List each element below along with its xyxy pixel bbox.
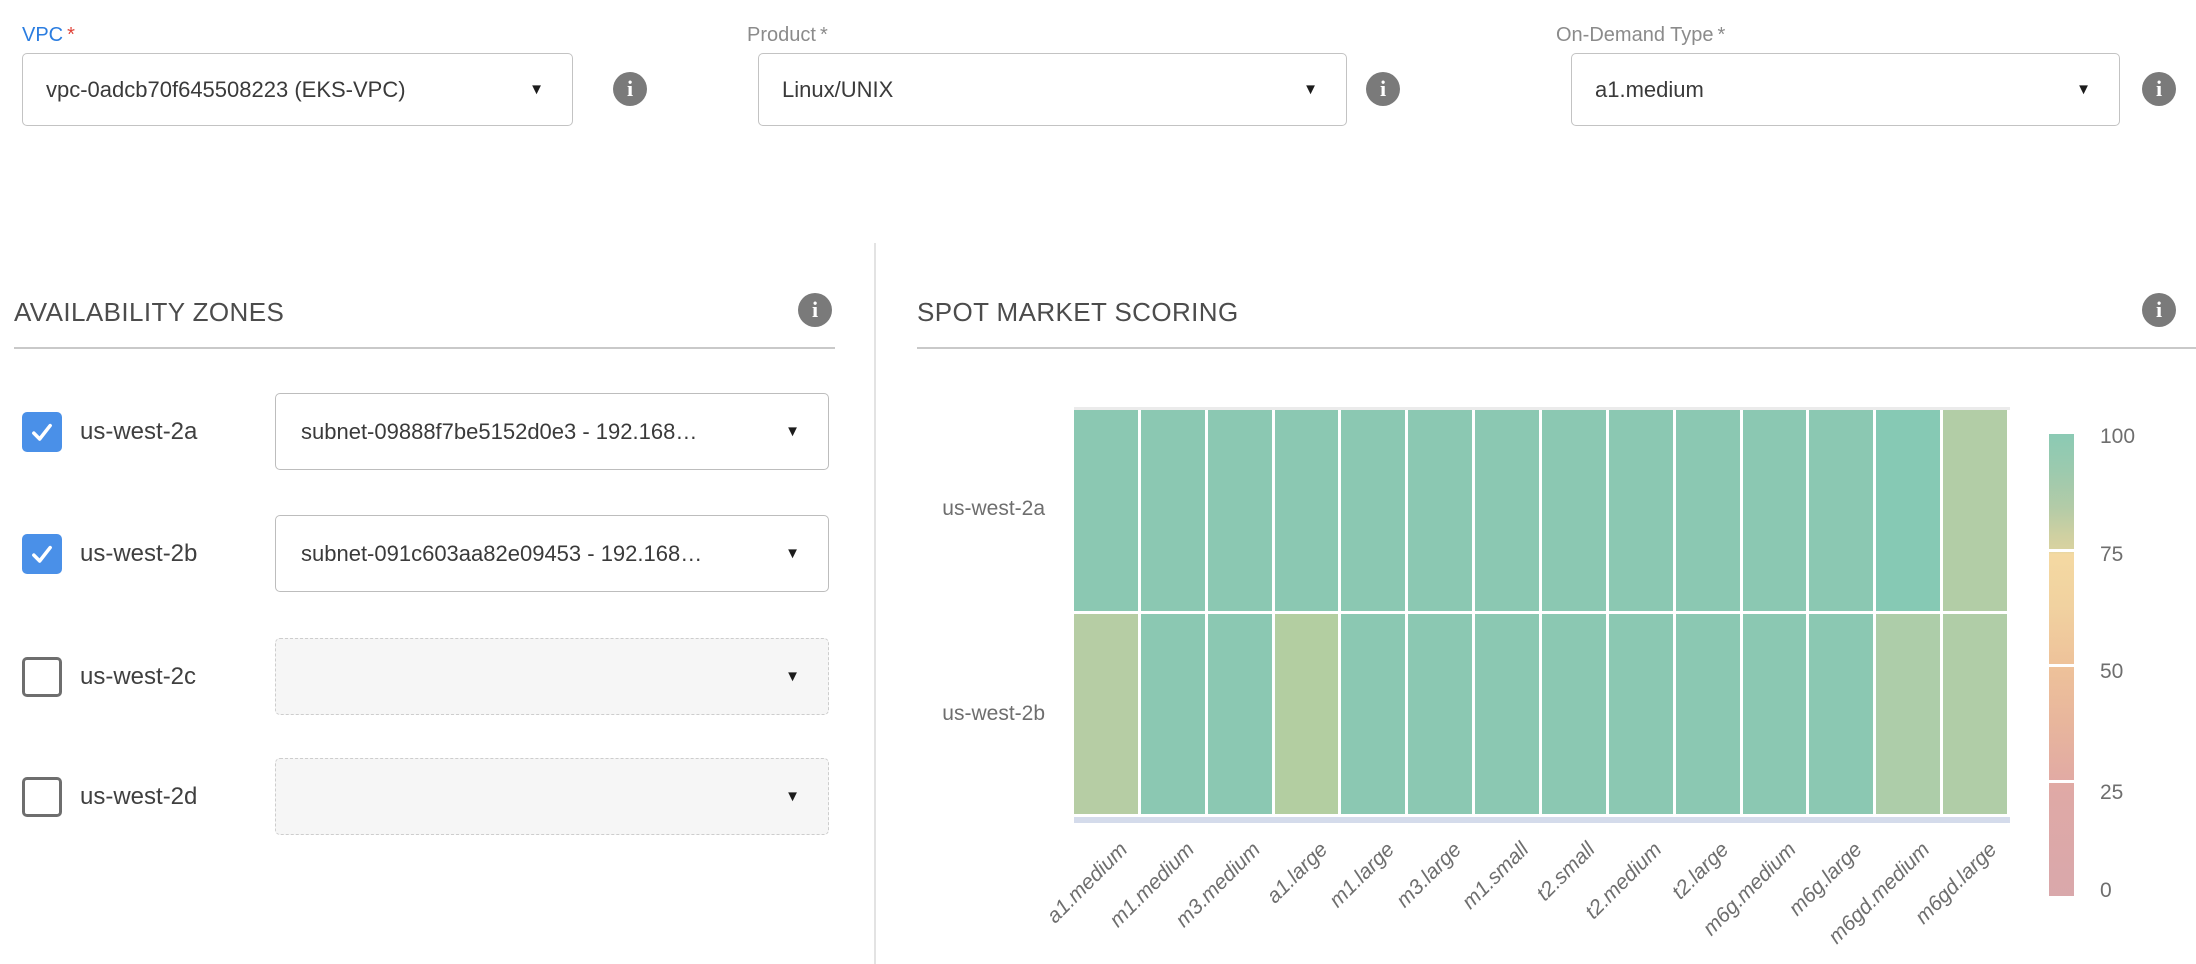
product-label: Product* <box>747 24 828 47</box>
required-asterisk: * <box>820 24 828 46</box>
product-label-text: Product <box>747 24 816 46</box>
colorbar-tick-75: 75 <box>2100 542 2123 568</box>
chevron-down-icon: ▼ <box>773 423 828 440</box>
heatmap-cell-us-west-2a-m3.medium <box>1208 410 1272 611</box>
vpc-label: VPC* <box>22 24 75 47</box>
subnet-select-us-west-2d[interactable]: ▼ <box>275 758 829 835</box>
chevron-down-icon: ▼ <box>773 545 828 562</box>
az-checkbox-us-west-2c[interactable] <box>22 657 62 697</box>
availability-zones-rule <box>14 347 835 349</box>
colorbar-separator <box>2049 549 2074 552</box>
heatmap-cell-us-west-2a-m6g.medium <box>1743 410 1807 611</box>
heatmap-cell-us-west-2a-a1.large <box>1275 410 1339 611</box>
subnet-select-us-west-2b[interactable]: subnet-091c603aa82e09453 - 192.168…▼ <box>275 515 829 592</box>
vpc-select[interactable]: vpc-0adcb70f645508223 (EKS-VPC) ▼ <box>22 53 573 126</box>
az-zone-label: us-west-2d <box>80 783 275 811</box>
checkmark-icon <box>28 418 56 446</box>
heatmap-y-tick-us-west-2a: us-west-2a <box>860 497 1045 521</box>
heatmap-cell-us-west-2b-a1.medium <box>1074 614 1138 815</box>
heatmap-cell-us-west-2b-m6g.large <box>1809 614 1873 815</box>
colorbar-tick-25: 25 <box>2100 780 2123 806</box>
heatmap-cell-us-west-2a-m6gd.large <box>1943 410 2007 611</box>
heatmap-x-tick-a1.large: a1.large <box>1262 838 1333 909</box>
product-select[interactable]: Linux/UNIX ▼ <box>758 53 1347 126</box>
heatmap-cell-us-west-2b-a1.large <box>1275 614 1339 815</box>
heatmap-x-tick-m3.large: m3.large <box>1392 838 1467 913</box>
on-demand-type-select[interactable]: a1.medium ▼ <box>1571 53 2120 126</box>
heatmap-cell-us-west-2b-m1.large <box>1341 614 1405 815</box>
chevron-down-icon: ▼ <box>517 81 572 98</box>
heatmap-cell-us-west-2b-m6g.medium <box>1743 614 1807 815</box>
heatmap-cell-us-west-2b-t2.small <box>1542 614 1606 815</box>
heatmap-cell-us-west-2b-m6gd.large <box>1943 614 2007 815</box>
az-checkbox-us-west-2b[interactable] <box>22 534 62 574</box>
info-icon[interactable]: i <box>2142 293 2176 327</box>
vpc-label-text: VPC <box>22 24 63 46</box>
product-select-value: Linux/UNIX <box>759 77 1291 103</box>
heatmap-x-tick-m1.small: m1.small <box>1457 838 1533 914</box>
az-zone-label: us-west-2c <box>80 663 275 691</box>
az-zone-label: us-west-2b <box>80 540 275 568</box>
subnet-select-value: subnet-09888f7be5152d0e3 - 192.168… <box>276 419 773 445</box>
az-checkbox-us-west-2a[interactable] <box>22 412 62 452</box>
heatmap-cell-us-west-2a-t2.large <box>1676 410 1740 611</box>
az-checkbox-us-west-2d[interactable] <box>22 777 62 817</box>
on-demand-type-label-text: On-Demand Type <box>1556 24 1714 46</box>
heatmap-cell-us-west-2a-m1.large <box>1341 410 1405 611</box>
heatmap-cell-us-west-2a-m3.large <box>1408 410 1472 611</box>
heatmap-cell-us-west-2b-m1.medium <box>1141 614 1205 815</box>
subnet-select-us-west-2c[interactable]: ▼ <box>275 638 829 715</box>
availability-zones-title: AVAILABILITY ZONES <box>14 297 284 328</box>
heatmap-cell-us-west-2b-t2.large <box>1676 614 1740 815</box>
heatmap-cell-us-west-2a-a1.medium <box>1074 410 1138 611</box>
colorbar-tick-100: 100 <box>2100 424 2135 450</box>
heatmap-x-tick-m1.large: m1.large <box>1325 838 1400 913</box>
az-row-us-west-2c: us-west-2c ▼ <box>22 638 829 715</box>
subnet-select-value: subnet-091c603aa82e09453 - 192.168… <box>276 541 773 567</box>
info-icon[interactable]: i <box>2142 72 2176 106</box>
heatmap-y-tick-us-west-2b: us-west-2b <box>860 702 1045 726</box>
az-row-us-west-2b: us-west-2bsubnet-091c603aa82e09453 - 192… <box>22 515 829 592</box>
spot-market-scoring-title: SPOT MARKET SCORING <box>917 297 1239 328</box>
checkmark-icon <box>28 540 56 568</box>
heatmap-top-border <box>1074 407 2010 410</box>
heatmap-cell-us-west-2b-m1.small <box>1475 614 1539 815</box>
heatmap-cell-us-west-2a-m6g.large <box>1809 410 1873 611</box>
chevron-down-icon: ▼ <box>773 668 828 685</box>
colorbar-separator <box>2049 664 2074 667</box>
section-divider <box>874 243 876 964</box>
required-asterisk: * <box>67 24 75 46</box>
az-row-us-west-2a: us-west-2asubnet-09888f7be5152d0e3 - 192… <box>22 393 829 470</box>
on-demand-type-label: On-Demand Type* <box>1556 24 1725 47</box>
heatmap-cell-us-west-2b-t2.medium <box>1609 614 1673 815</box>
info-icon[interactable]: i <box>1366 72 1400 106</box>
heatmap-cell-us-west-2b-m6gd.medium <box>1876 614 1940 815</box>
heatmap-cell-us-west-2a-m1.small <box>1475 410 1539 611</box>
heatmap-cell-us-west-2b-m3.large <box>1408 614 1472 815</box>
az-zone-label: us-west-2a <box>80 418 275 446</box>
heatmap-x-tick-t2.large: t2.large <box>1668 838 1735 905</box>
heatmap-cell-us-west-2a-t2.medium <box>1609 410 1673 611</box>
heatmap-cell-us-west-2b-m3.medium <box>1208 614 1272 815</box>
heatmap-cell-us-west-2a-t2.small <box>1542 410 1606 611</box>
required-asterisk: * <box>1718 24 1726 46</box>
colorbar-tick-0: 0 <box>2100 878 2112 904</box>
chevron-down-icon: ▼ <box>2064 81 2119 98</box>
az-row-us-west-2d: us-west-2d ▼ <box>22 758 829 835</box>
vpc-select-value: vpc-0adcb70f645508223 (EKS-VPC) <box>23 77 517 103</box>
spot-market-config-page: VPC* vpc-0adcb70f645508223 (EKS-VPC) ▼ i… <box>0 0 2196 964</box>
heatmap-x-axis-line <box>1074 817 2010 823</box>
info-icon[interactable]: i <box>798 293 832 327</box>
colorbar-tick-50: 50 <box>2100 659 2123 685</box>
heatmap-cell-us-west-2a-m6gd.medium <box>1876 410 1940 611</box>
chevron-down-icon: ▼ <box>1291 81 1346 98</box>
heatmap-cell-us-west-2a-m1.medium <box>1141 410 1205 611</box>
subnet-select-us-west-2a[interactable]: subnet-09888f7be5152d0e3 - 192.168…▼ <box>275 393 829 470</box>
info-icon[interactable]: i <box>613 72 647 106</box>
on-demand-type-select-value: a1.medium <box>1572 77 2064 103</box>
spot-market-scoring-rule <box>917 347 2196 349</box>
colorbar-separator <box>2049 780 2074 783</box>
chevron-down-icon: ▼ <box>773 788 828 805</box>
